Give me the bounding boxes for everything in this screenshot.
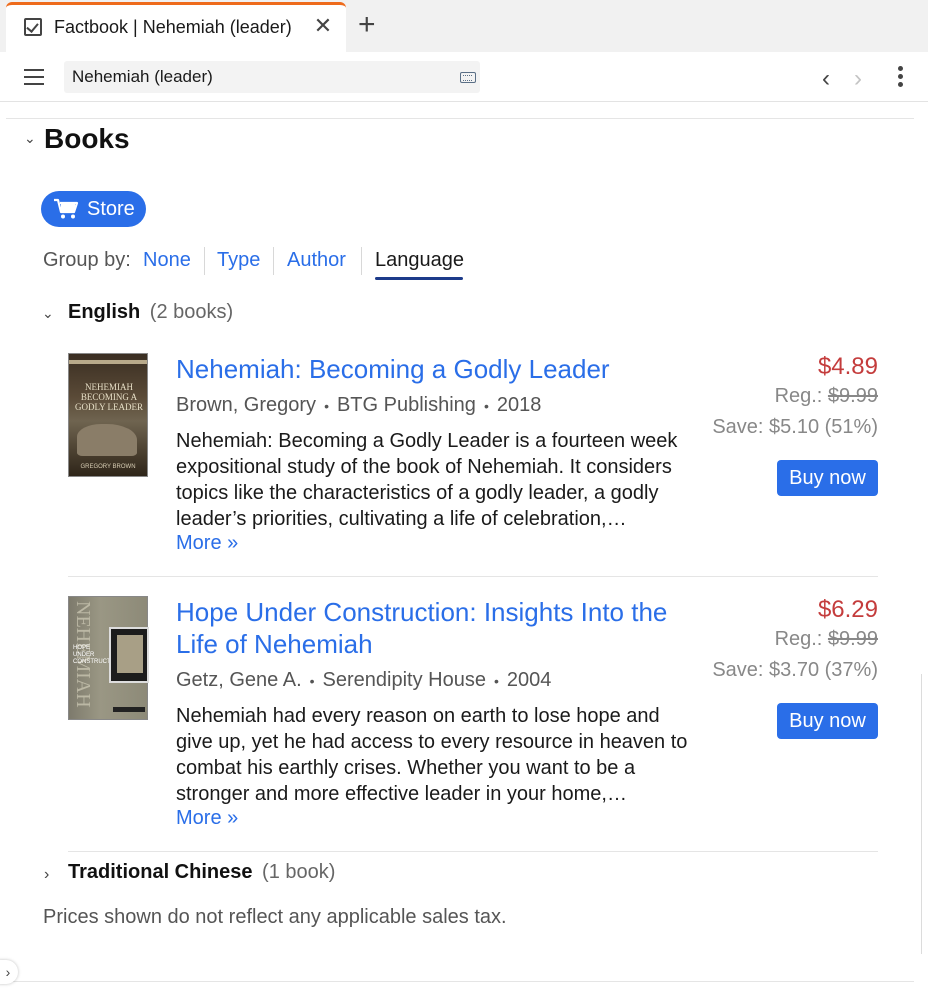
regular-price: Reg.: $9.99 [774, 385, 878, 407]
book-description: Nehemiah: Becoming a Godly Leader is a f… [176, 430, 678, 530]
savings: Save: $3.70 (37%) [712, 659, 878, 681]
book-author[interactable]: Brown, Gregory [176, 394, 316, 416]
divider [6, 981, 914, 982]
chevron-right-icon[interactable]: › [44, 866, 49, 884]
buy-now-button[interactable]: Buy now [777, 460, 878, 496]
group-count: (2 books) [149, 301, 234, 323]
store-label: Store [87, 198, 135, 220]
regular-price: Reg.: $9.99 [774, 628, 878, 650]
book-item: NEHEMIAH HOPE UNDER CONSTRUCTION Hope Un… [68, 596, 878, 836]
book-author[interactable]: Getz, Gene A. [176, 669, 302, 691]
back-icon[interactable]: ‹ [822, 65, 830, 93]
divider [68, 576, 878, 577]
group-by-author[interactable]: Author [287, 249, 346, 272]
buy-now-button[interactable]: Buy now [777, 703, 878, 739]
group-by-type[interactable]: Type [217, 249, 260, 272]
book-title-link[interactable]: Nehemiah: Becoming a Godly Leader [176, 353, 696, 385]
book-description: Nehemiah had every reason on earth to lo… [176, 705, 688, 805]
book-publisher: Serendipity House [322, 669, 486, 691]
book-item: NEHEMIAH BECOMING A GODLY LEADER GREGORY… [68, 353, 878, 563]
group-traditional-chinese[interactable]: Traditional Chinese (1 book) [68, 861, 335, 884]
new-tab-button[interactable]: + [358, 10, 376, 40]
more-options-icon[interactable] [898, 66, 904, 90]
keyboard-icon[interactable] [460, 72, 476, 83]
group-english[interactable]: English (2 books) [68, 301, 233, 324]
tab-factbook[interactable]: Factbook | Nehemiah (leader) ✕ [6, 2, 346, 52]
book-publisher: BTG Publishing [336, 394, 476, 416]
section-title: Books [44, 123, 130, 154]
sale-price: $6.29 [817, 596, 878, 623]
book-meta: Getz, Gene A. • Serendipity House • 2004 [176, 669, 552, 691]
sale-price: $4.89 [817, 353, 878, 380]
group-by-language[interactable]: Language [375, 249, 464, 272]
address-input[interactable]: Nehemiah (leader) [64, 61, 480, 93]
chevron-down-icon[interactable]: ⌄ [42, 305, 54, 322]
separator [361, 247, 362, 275]
collapse-chevron-icon[interactable]: ⌄ [24, 130, 36, 147]
more-link[interactable]: More » [176, 532, 238, 555]
more-link[interactable]: More » [176, 807, 238, 830]
selected-underline [375, 277, 463, 280]
forward-icon[interactable]: › [854, 65, 862, 93]
tax-footnote: Prices shown do not reflect any applicab… [43, 906, 507, 928]
cart-icon [54, 198, 79, 219]
group-name: Traditional Chinese [68, 861, 253, 883]
divider [6, 118, 914, 119]
savings: Save: $5.10 (51%) [712, 416, 878, 438]
tab-strip: Factbook | Nehemiah (leader) ✕ + [0, 0, 928, 52]
group-count: (1 book) [262, 861, 336, 883]
factbook-icon [24, 18, 42, 36]
scrollbar[interactable] [921, 674, 922, 954]
group-name: English [68, 301, 141, 323]
menu-icon[interactable] [24, 69, 44, 85]
tab-title: Factbook | Nehemiah (leader) [54, 17, 292, 37]
book-cover[interactable]: NEHEMIAH HOPE UNDER CONSTRUCTION [68, 596, 149, 720]
book-year: 2004 [506, 669, 552, 691]
book-cover[interactable]: NEHEMIAH BECOMING A GODLY LEADER GREGORY… [68, 353, 148, 477]
group-by-none[interactable]: None [143, 249, 191, 272]
close-icon[interactable]: ✕ [312, 14, 334, 38]
separator [273, 247, 274, 275]
store-button[interactable]: Store [41, 191, 146, 227]
divider [68, 851, 878, 852]
address-value[interactable]: Nehemiah (leader) [72, 67, 213, 87]
book-meta: Brown, Gregory • BTG Publishing • 2018 [176, 394, 542, 416]
book-title-link[interactable]: Hope Under Construction: Insights Into t… [176, 596, 696, 660]
book-year: 2018 [496, 394, 542, 416]
separator [204, 247, 205, 275]
toolbar: Nehemiah (leader) ‹ › [0, 52, 928, 102]
group-by-label: Group by: [43, 249, 131, 271]
